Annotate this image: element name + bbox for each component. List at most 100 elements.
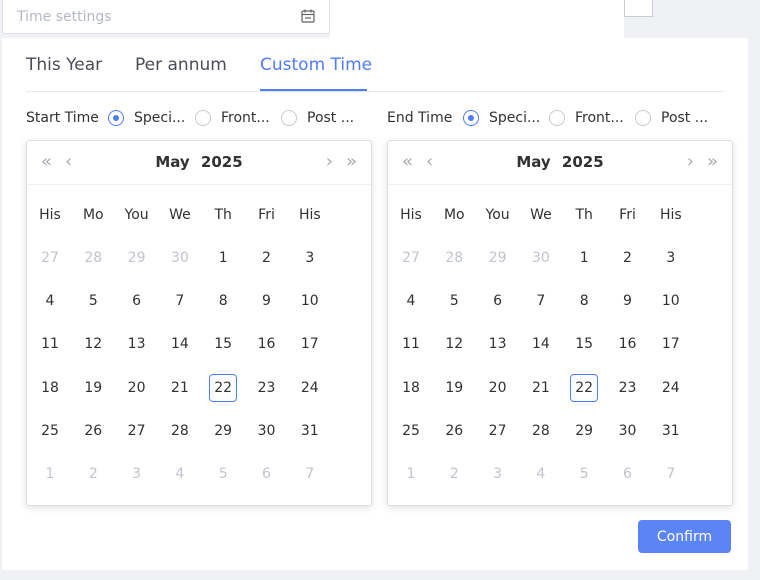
calendar-day-today[interactable]: 22 (209, 373, 238, 402)
start-front-radio[interactable] (195, 110, 211, 126)
next-month-icon[interactable]: › (687, 151, 694, 173)
calendar-day[interactable]: 23 (253, 374, 281, 402)
calendar-day[interactable]: 15 (209, 330, 237, 358)
calendar-day[interactable]: 28 (440, 244, 468, 272)
calendar-day[interactable]: 23 (614, 374, 642, 402)
time-settings-input[interactable]: Time settings (2, 0, 330, 34)
calendar-day[interactable]: 27 (123, 417, 151, 445)
calendar-day[interactable]: 28 (527, 417, 555, 445)
calendar-day[interactable]: 2 (79, 460, 107, 488)
calendar-day[interactable]: 14 (527, 330, 555, 358)
end-specified-radio[interactable] (463, 110, 479, 126)
confirm-button[interactable]: Confirm (638, 520, 731, 553)
calendar-day[interactable]: 13 (123, 330, 151, 358)
calendar-day[interactable]: 20 (484, 374, 512, 402)
next-month-icon[interactable]: › (326, 151, 333, 173)
calendar-day[interactable]: 30 (253, 417, 281, 445)
calendar-day[interactable]: 27 (484, 417, 512, 445)
calendar-day[interactable]: 5 (209, 460, 237, 488)
calendar-day[interactable]: 3 (123, 460, 151, 488)
calendar-day[interactable]: 14 (166, 330, 194, 358)
calendar-day-today[interactable]: 22 (570, 373, 599, 402)
calendar-day[interactable]: 21 (166, 374, 194, 402)
tab-per-annum[interactable]: Per annum (135, 55, 227, 75)
calendar-day[interactable]: 6 (253, 460, 281, 488)
calendar-day[interactable]: 2 (440, 460, 468, 488)
calendar-day[interactable]: 1 (36, 460, 64, 488)
calendar-day[interactable]: 2 (253, 244, 281, 272)
start-post-radio[interactable] (281, 110, 297, 126)
start-front-label[interactable]: Front... (221, 110, 270, 126)
end-specified-label[interactable]: Speci... (489, 110, 540, 126)
calendar-day[interactable]: 7 (527, 287, 555, 315)
calendar-day[interactable]: 4 (166, 460, 194, 488)
calendar-day[interactable]: 1 (209, 244, 237, 272)
calendar-day[interactable]: 8 (209, 287, 237, 315)
calendar-day[interactable]: 25 (36, 417, 64, 445)
next-year-icon[interactable]: » (707, 151, 718, 173)
calendar-day[interactable]: 27 (397, 244, 425, 272)
calendar-day[interactable]: 5 (570, 460, 598, 488)
calendar-day[interactable]: 12 (79, 330, 107, 358)
calendar-day[interactable]: 1 (570, 244, 598, 272)
calendar-day[interactable]: 9 (253, 287, 281, 315)
calendar-day[interactable]: 28 (79, 244, 107, 272)
calendar-icon[interactable] (301, 9, 315, 23)
calendar-day[interactable]: 17 (296, 330, 324, 358)
end-front-radio[interactable] (549, 110, 565, 126)
calendar-day[interactable]: 2 (614, 244, 642, 272)
calendar-day[interactable]: 4 (36, 287, 64, 315)
calendar-day[interactable]: 6 (614, 460, 642, 488)
calendar-day[interactable]: 27 (36, 244, 64, 272)
calendar-day[interactable]: 30 (527, 244, 555, 272)
calendar-day[interactable]: 7 (296, 460, 324, 488)
calendar-day[interactable]: 4 (527, 460, 555, 488)
calendar-day[interactable]: 24 (657, 374, 685, 402)
calendar-day[interactable]: 31 (657, 417, 685, 445)
calendar-day[interactable]: 30 (614, 417, 642, 445)
calendar-day[interactable]: 3 (657, 244, 685, 272)
calendar-day[interactable]: 26 (79, 417, 107, 445)
calendar-day[interactable]: 30 (166, 244, 194, 272)
calendar-day[interactable]: 3 (296, 244, 324, 272)
calendar-day[interactable]: 29 (484, 244, 512, 272)
calendar-day[interactable]: 31 (296, 417, 324, 445)
calendar-day[interactable]: 18 (36, 374, 64, 402)
calendar-year[interactable]: 2025 (562, 153, 604, 171)
calendar-day[interactable]: 10 (657, 287, 685, 315)
calendar-day[interactable]: 4 (397, 287, 425, 315)
calendar-month[interactable]: May (516, 153, 550, 171)
calendar-day[interactable]: 25 (397, 417, 425, 445)
calendar-day[interactable]: 11 (36, 330, 64, 358)
tab-custom-time[interactable]: Custom Time (260, 55, 372, 75)
calendar-day[interactable]: 7 (657, 460, 685, 488)
tab-this-year[interactable]: This Year (26, 55, 102, 75)
calendar-day[interactable]: 6 (484, 287, 512, 315)
calendar-day[interactable]: 17 (657, 330, 685, 358)
calendar-day[interactable]: 8 (570, 287, 598, 315)
calendar-day[interactable]: 29 (123, 244, 151, 272)
calendar-day[interactable]: 10 (296, 287, 324, 315)
end-post-label[interactable]: Post ... (661, 110, 708, 126)
calendar-day[interactable]: 5 (440, 287, 468, 315)
calendar-day[interactable]: 1 (397, 460, 425, 488)
start-specified-radio[interactable] (108, 110, 124, 126)
calendar-day[interactable]: 16 (253, 330, 281, 358)
calendar-day[interactable]: 11 (397, 330, 425, 358)
calendar-day[interactable]: 21 (527, 374, 555, 402)
calendar-day[interactable]: 15 (570, 330, 598, 358)
calendar-day[interactable]: 26 (440, 417, 468, 445)
calendar-day[interactable]: 28 (166, 417, 194, 445)
start-post-label[interactable]: Post ... (307, 110, 354, 126)
calendar-day[interactable]: 19 (440, 374, 468, 402)
calendar-day[interactable]: 19 (79, 374, 107, 402)
calendar-day[interactable]: 12 (440, 330, 468, 358)
calendar-day[interactable]: 20 (123, 374, 151, 402)
calendar-day[interactable]: 6 (123, 287, 151, 315)
end-post-radio[interactable] (635, 110, 651, 126)
calendar-day[interactable]: 3 (484, 460, 512, 488)
calendar-day[interactable]: 13 (484, 330, 512, 358)
calendar-day[interactable]: 29 (209, 417, 237, 445)
next-year-icon[interactable]: » (346, 151, 357, 173)
calendar-day[interactable]: 9 (614, 287, 642, 315)
